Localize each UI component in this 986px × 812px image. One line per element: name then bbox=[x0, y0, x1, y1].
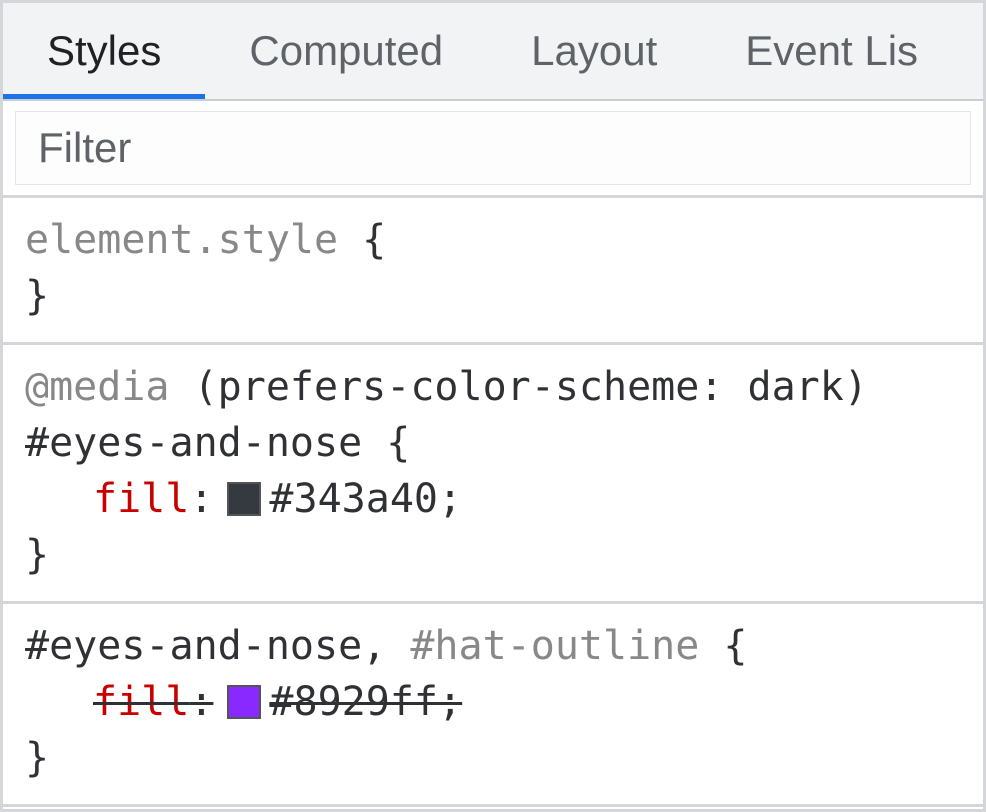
brace-close: } bbox=[25, 532, 49, 578]
brace-open: { bbox=[723, 623, 747, 669]
brace-open: { bbox=[386, 420, 410, 466]
styles-panel: Styles Computed Layout Event Lis element… bbox=[0, 0, 986, 812]
rule-media-dark[interactable]: @media (prefers-color-scheme: dark) #eye… bbox=[3, 345, 983, 604]
colon: : bbox=[189, 674, 213, 730]
rules-list: element.style { } @media (prefers-color-… bbox=[3, 198, 983, 809]
color-swatch-icon[interactable] bbox=[227, 482, 261, 516]
brace-open: { bbox=[362, 217, 386, 263]
selector[interactable]: #eyes-and-nose bbox=[25, 420, 362, 466]
selector-primary[interactable]: #eyes-and-nose bbox=[25, 623, 362, 669]
selector-comma: , bbox=[362, 623, 410, 669]
property-name: fill bbox=[93, 471, 189, 527]
tab-event-listeners[interactable]: Event Lis bbox=[701, 3, 962, 99]
at-rule-keyword: @media bbox=[25, 364, 170, 410]
filter-row bbox=[3, 101, 983, 198]
semicolon: ; bbox=[438, 674, 462, 730]
semicolon: ; bbox=[438, 471, 462, 527]
selector-secondary[interactable]: #hat-outline bbox=[410, 623, 699, 669]
colon: : bbox=[189, 471, 213, 527]
rule-element-style[interactable]: element.style { } bbox=[3, 198, 983, 345]
rule-eyes-and-nose-hat[interactable]: #eyes-and-nose, #hat-outline { fill: #89… bbox=[3, 604, 983, 807]
tab-strip: Styles Computed Layout Event Lis bbox=[3, 3, 983, 101]
property-name: fill bbox=[93, 674, 189, 730]
tab-layout[interactable]: Layout bbox=[487, 3, 701, 99]
brace-close: } bbox=[25, 735, 49, 781]
declaration-fill[interactable]: fill: #343a40; bbox=[25, 471, 961, 527]
property-value[interactable]: #343a40 bbox=[269, 471, 438, 527]
tab-styles[interactable]: Styles bbox=[3, 3, 205, 99]
color-swatch-icon[interactable] bbox=[227, 685, 261, 719]
declaration-fill-overridden[interactable]: fill: #8929ff; bbox=[25, 674, 961, 730]
filter-input[interactable] bbox=[15, 111, 971, 185]
brace-close: } bbox=[25, 273, 49, 319]
at-rule-condition-text: (prefers-color-scheme: dark) bbox=[194, 364, 868, 410]
property-value[interactable]: #8929ff bbox=[269, 674, 438, 730]
tab-computed[interactable]: Computed bbox=[205, 3, 487, 99]
selector: element.style bbox=[25, 217, 338, 263]
